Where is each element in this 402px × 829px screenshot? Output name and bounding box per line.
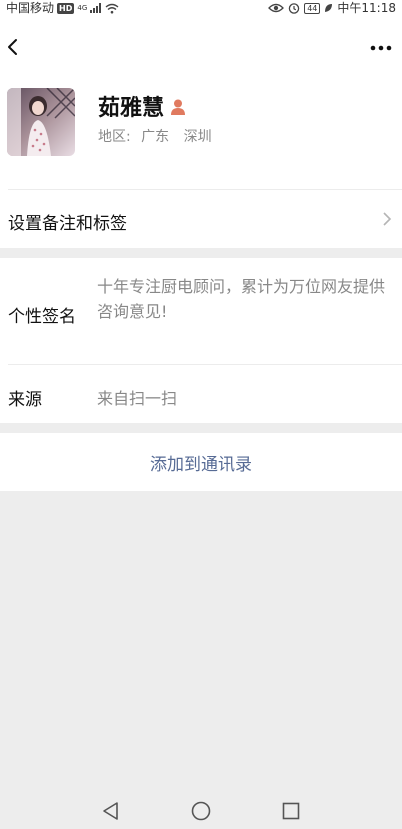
system-nav-bar bbox=[0, 790, 402, 829]
region-info: 地区: 广东 深圳 bbox=[98, 126, 212, 146]
carrier-name: 中国移动 bbox=[6, 1, 55, 15]
section-gap bbox=[0, 248, 402, 258]
region-province: 广东 bbox=[141, 129, 170, 145]
triangle-back-icon bbox=[103, 802, 118, 820]
clock-time: 中午11:18 bbox=[337, 1, 396, 15]
contact-name-row: 茹雅慧 bbox=[98, 90, 186, 122]
profile-header: 茹雅慧 地区: 广东 深圳 bbox=[0, 86, 402, 190]
top-nav bbox=[0, 28, 402, 64]
hd-badge: HD bbox=[57, 2, 75, 14]
nav-recents-button[interactable] bbox=[280, 800, 302, 822]
contact-name: 茹雅慧 bbox=[98, 96, 165, 121]
region-city: 深圳 bbox=[183, 129, 212, 145]
source-label: 来源 bbox=[8, 390, 42, 410]
signature-row: 个性签名 十年专注厨电顾问，累计为万位网友提供咨询意见! bbox=[0, 258, 402, 364]
back-button[interactable] bbox=[4, 32, 28, 60]
set-remark-tags-label: 设置备注和标签 bbox=[8, 214, 127, 234]
more-dots-icon bbox=[370, 45, 392, 51]
status-bar: 中国移动 HD 4G 44 中午11:18 bbox=[0, 0, 402, 16]
source-text: 来自扫一扫 bbox=[97, 389, 178, 408]
signature-label: 个性签名 bbox=[8, 307, 76, 327]
empty-background bbox=[0, 491, 402, 829]
network-type: 4G bbox=[77, 4, 88, 12]
square-recents-icon bbox=[282, 802, 300, 820]
eye-icon bbox=[268, 3, 285, 13]
circle-home-icon bbox=[191, 801, 211, 821]
source-row: 来源 来自扫一扫 bbox=[0, 365, 402, 423]
leaf-icon bbox=[325, 4, 333, 12]
region-label: 地区: bbox=[98, 129, 131, 145]
nav-back-button[interactable] bbox=[100, 800, 122, 822]
wifi-icon bbox=[105, 3, 119, 13]
set-remark-tags-row[interactable]: 设置备注和标签 bbox=[0, 190, 402, 248]
chevron-left-icon bbox=[8, 39, 17, 55]
female-user-icon bbox=[170, 97, 186, 115]
alarm-icon bbox=[288, 3, 300, 14]
chevron-right-icon bbox=[383, 212, 392, 226]
section-gap bbox=[0, 423, 402, 433]
signal-icon bbox=[90, 3, 102, 13]
more-button[interactable] bbox=[368, 32, 394, 60]
contact-profile-screen: 中国移动 HD 4G 44 中午11:18 茹雅慧 地区: 广东 深圳 设置备注… bbox=[0, 0, 402, 829]
avatar-photo bbox=[7, 88, 75, 156]
battery-icon: 44 bbox=[304, 2, 321, 14]
avatar[interactable] bbox=[7, 88, 75, 156]
signature-text: 十年专注厨电顾问，累计为万位网友提供咨询意见! bbox=[97, 277, 386, 321]
add-to-contacts-button[interactable]: 添加到通讯录 bbox=[0, 433, 402, 491]
add-to-contacts-label: 添加到通讯录 bbox=[150, 454, 252, 475]
nav-home-button[interactable] bbox=[190, 800, 212, 822]
